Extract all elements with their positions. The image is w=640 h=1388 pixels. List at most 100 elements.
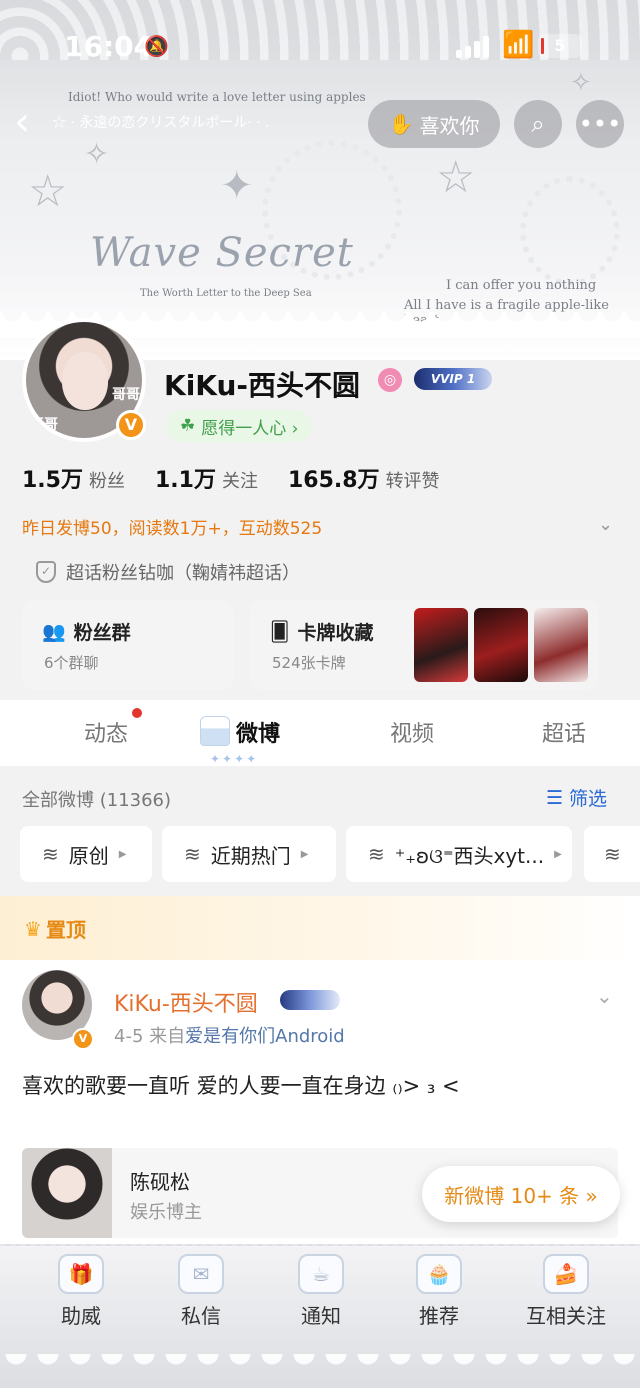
fans-group-label: 粉丝群 [73, 622, 131, 644]
filter-button[interactable]: ☰ 筛选 [546, 784, 607, 811]
post-source[interactable]: 爱是有你们Android [185, 1026, 345, 1047]
profile-tabs: 动态 微博 视频 超话 [0, 700, 640, 766]
more-icon: ••• [578, 110, 622, 138]
caret-right-icon: ▶ [300, 848, 309, 860]
signal-icon [456, 36, 492, 58]
chevron-down-icon[interactable]: ⌄ [596, 984, 613, 1008]
star-decoration: ✧ [84, 137, 110, 172]
lace-decoration [0, 1354, 640, 1388]
post-text: 喜欢的歌要一直听 爱的人要一直在身边 ₍₎> ₃ < [22, 1074, 460, 1098]
super-topic-line[interactable]: ✓ 超话粉丝钻咖（鞠婧祎超话） [36, 559, 300, 585]
chip-more[interactable]: ≋ [584, 826, 640, 882]
caret-right-icon: ▶ [554, 848, 562, 860]
stat-fans[interactable]: 1.5万 粉丝 [22, 462, 125, 494]
stat-label: 粉丝 [88, 471, 125, 492]
group-icon: 👥 [42, 621, 66, 643]
verified-icon: V [72, 1028, 94, 1050]
card-icon: 🂠 [270, 620, 290, 643]
mail-icon: ✉ [178, 1254, 224, 1294]
back-button[interactable]: ‹ [14, 102, 54, 144]
layers-icon: ≋ [368, 842, 385, 866]
clover-icon: ☘ [180, 416, 196, 436]
pinned-label: ♛ 置顶 [24, 914, 86, 943]
more-button[interactable]: ••• [576, 100, 624, 148]
filter-icon: ☰ [546, 786, 564, 809]
tab-super-topic[interactable]: 超话 [542, 716, 586, 748]
verified-icon: V [116, 410, 146, 440]
battery-level: 5 [554, 36, 566, 55]
tab-videos[interactable]: 视频 [390, 716, 434, 748]
profile-nickname: KiKu-西头不圆 [164, 369, 361, 402]
post-meta: 4-5 来自爱是有你们Android [114, 1022, 345, 1048]
signature-pill[interactable]: ☘ 愿得一人心 › [166, 410, 313, 442]
chip-label: 近期热门 [210, 843, 291, 868]
post-vip-badge [280, 990, 340, 1010]
chip-original[interactable]: ≋ 原创 ▶ [20, 826, 152, 882]
cupcake-icon: 🧁 [416, 1254, 462, 1294]
collection-thumb[interactable] [474, 608, 528, 682]
banner-line2: ☆ · 永遠の恋クリスタルボール· · . [52, 115, 270, 131]
new-posts-label: 新微博 10+ 条 » [444, 1183, 598, 1208]
star-decoration: ☆ [28, 166, 68, 217]
like-button[interactable]: ✋ 喜欢你 [368, 100, 500, 148]
banner-title: Wave Secret [90, 230, 354, 276]
bottom-tab-notify[interactable]: ☕ 通知 [266, 1254, 376, 1329]
battery-icon: 5 [538, 34, 582, 58]
fans-group-card[interactable]: 👥 粉丝群 6个群聊 [22, 600, 234, 690]
super-topic-text: 超话粉丝钻咖（鞠婧祎超话） [66, 563, 300, 584]
bottom-tab-label: 推荐 [419, 1304, 459, 1328]
bottom-tab-label: 助威 [61, 1304, 101, 1328]
post-date: 4-5 [114, 1026, 144, 1047]
avatar-text-right: 哥哥 [112, 387, 140, 403]
fans-group-title: 👥 粉丝群 [42, 618, 131, 645]
mentioned-user-name: 陈砚松 [130, 1170, 190, 1194]
banner-line3: I can offer you nothing [446, 278, 597, 293]
star-decoration: ✦ [220, 163, 254, 209]
chip-custom[interactable]: ≋ ⁺₊ʚଓ⁼西头xyt... ▶ [346, 826, 572, 882]
stat-number: 1.1万 [154, 468, 216, 493]
mute-icon: 🔕 [144, 34, 169, 58]
tab-weibo[interactable]: 微博 [236, 716, 280, 748]
layers-icon: ≋ [184, 842, 201, 866]
bottom-tab-cheer[interactable]: 🎁 助威 [26, 1254, 136, 1329]
pinned-text: 置顶 [45, 918, 86, 942]
layers-icon: ≋ [42, 842, 59, 866]
chip-hot[interactable]: ≋ 近期热门 ▶ [162, 826, 336, 882]
chip-label: ⁺₊ʚଓ⁼西头xyt... [394, 843, 545, 868]
vip-badge[interactable]: VVIP 1 [414, 368, 492, 390]
chevron-down-icon[interactable]: ⌄ [598, 514, 613, 535]
collection-thumb[interactable] [414, 608, 468, 682]
shield-icon: ✓ [36, 561, 56, 583]
bottom-tab-recommend[interactable]: 🧁 推荐 [384, 1254, 494, 1329]
notification-dot [132, 708, 142, 718]
stat-following[interactable]: 1.1万 关注 [155, 462, 258, 494]
new-posts-button[interactable]: 新微博 10+ 条 » [422, 1166, 620, 1222]
bottom-tab-message[interactable]: ✉ 私信 [146, 1254, 256, 1329]
stat-number: 165.8万 [287, 468, 380, 493]
member-icon[interactable]: ◎ [378, 368, 402, 392]
signature-text: 愿得一人心 › [201, 418, 299, 439]
collection-thumb[interactable] [534, 608, 588, 682]
banner-subtitle: The Worth Letter to the Deep Sea [140, 288, 312, 299]
stat-interactions[interactable]: 165.8万 转评赞 [288, 462, 440, 494]
chevron-left-icon: ‹ [14, 99, 30, 145]
status-bar: 16:04 🔕 📶 5 [0, 0, 640, 96]
activity-summary: 昨日发博50，阅读数1万+，互动数525 [22, 519, 323, 539]
chip-label: 原创 [68, 843, 109, 868]
avatar-face [62, 352, 108, 410]
post-author[interactable]: KiKu-西头不圆 [114, 986, 258, 1018]
crown-icon: ♛ [24, 916, 42, 941]
filter-label: 筛选 [569, 788, 608, 810]
tab-dynamics[interactable]: 动态 [84, 716, 128, 748]
stat-number: 1.5万 [22, 468, 83, 493]
teapot-icon: ☕ [298, 1254, 344, 1294]
feed-count: 全部微博 (11366) [22, 790, 172, 811]
fans-group-sub: 6个群聊 [44, 654, 99, 672]
hand-heart-icon: ✋ [388, 112, 414, 136]
stat-label: 转评赞 [385, 471, 440, 492]
status-time: 16:04 [64, 30, 154, 63]
card-collection-label: 卡牌收藏 [297, 622, 374, 644]
bottom-tab-mutual[interactable]: 🍰 互相关注 [506, 1254, 626, 1329]
search-button[interactable]: ⌕ [514, 100, 562, 148]
post-source-prefix: 来自 [149, 1026, 186, 1047]
